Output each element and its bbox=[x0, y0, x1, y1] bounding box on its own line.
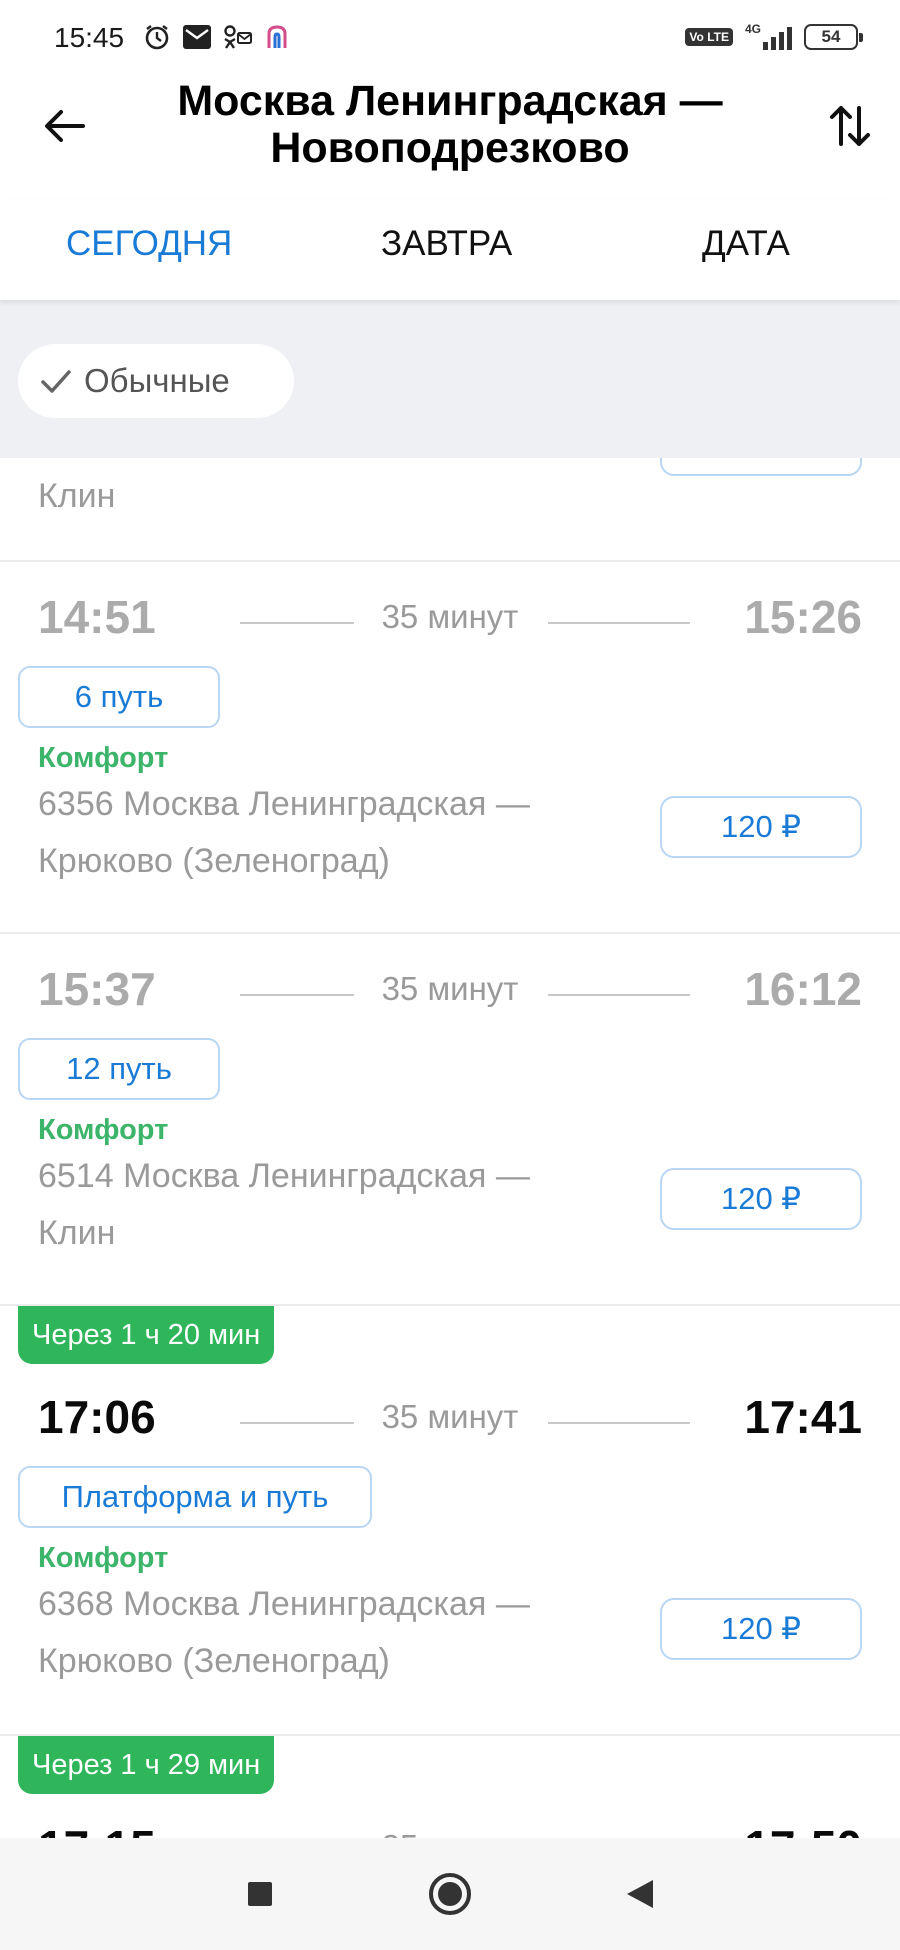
train-route: Клин bbox=[38, 477, 116, 515]
price-button[interactable]: 120 ₽ bbox=[660, 1168, 862, 1230]
recents-button[interactable] bbox=[230, 1864, 290, 1924]
arrival-time: 15:26 bbox=[744, 591, 862, 643]
time-until-badge: Через 1 ч 20 мин bbox=[18, 1306, 275, 1364]
duration-line bbox=[548, 994, 690, 996]
tab-tomorrow[interactable]: ЗАВТРА bbox=[381, 224, 512, 264]
track-button[interactable]: 12 путь bbox=[18, 1038, 220, 1100]
departure-time: 14:51 bbox=[38, 591, 156, 643]
status-time: 15:45 bbox=[54, 22, 125, 53]
title-line-1: Москва Ленинградская — bbox=[177, 77, 723, 125]
route-line-2: Клин bbox=[38, 1214, 116, 1252]
track-button[interactable]: 6 путь bbox=[18, 666, 220, 728]
system-back-button[interactable] bbox=[610, 1864, 670, 1924]
duration-line bbox=[240, 1422, 354, 1424]
title-line-2: Новоподрезково bbox=[270, 124, 630, 172]
triangle-back-icon bbox=[627, 1880, 653, 1908]
arrival-time: 17:50 bbox=[744, 1820, 862, 1838]
price-button[interactable]: 120 ₽ bbox=[660, 1598, 862, 1660]
duration-line bbox=[240, 994, 354, 996]
train-class: Комфорт bbox=[38, 1542, 169, 1574]
platform-track-button[interactable]: Платформа и путь bbox=[18, 1466, 372, 1528]
route-line-2: Крюково (Зеленоград) bbox=[38, 842, 390, 880]
train-card[interactable]: 15:37 35 минут 16:12 12 путь Комфорт 651… bbox=[0, 934, 900, 1306]
price-button[interactable]: 120 ₽ bbox=[660, 796, 862, 858]
filter-chip-regular[interactable]: Обычные bbox=[18, 344, 294, 418]
notification-icons bbox=[142, 22, 292, 52]
train-card-partial[interactable]: 120 ₽ Клин bbox=[0, 458, 900, 562]
swap-direction-button[interactable] bbox=[820, 98, 880, 154]
departure-time: 17:15 bbox=[38, 1820, 156, 1838]
duration: 35 минут bbox=[381, 598, 519, 635]
tab-date[interactable]: ДАТА bbox=[702, 224, 790, 264]
route-line-1: 6356 Москва Ленинградская — bbox=[38, 785, 530, 823]
home-button[interactable] bbox=[420, 1864, 480, 1924]
price-button[interactable]: 120 ₽ bbox=[660, 458, 862, 476]
ok-messenger-icon bbox=[222, 22, 252, 52]
page-title: Москва Ленинградская — Новоподрезково bbox=[130, 78, 770, 172]
duration: 35 минут bbox=[381, 970, 519, 1007]
alarm-icon bbox=[142, 22, 172, 52]
system-nav-bar bbox=[0, 1838, 900, 1950]
check-icon bbox=[41, 370, 71, 393]
swap-vertical-icon bbox=[830, 106, 870, 146]
route-line-2: Крюково (Зеленоград) bbox=[38, 1642, 390, 1680]
train-route: 6368 Москва Ленинградская — Крюково (Зел… bbox=[38, 1576, 618, 1690]
signal-icon bbox=[763, 24, 792, 50]
route-line-1: 6514 Москва Ленинградская — bbox=[38, 1157, 530, 1195]
circle-icon bbox=[429, 1873, 471, 1915]
arrival-time: 17:41 bbox=[744, 1391, 862, 1443]
duration-line bbox=[548, 622, 690, 624]
arrow-left-icon bbox=[45, 110, 85, 142]
back-button[interactable] bbox=[36, 98, 92, 154]
train-card[interactable]: Через 1 ч 20 мин 17:06 35 минут 17:41 Пл… bbox=[0, 1306, 900, 1736]
train-card[interactable]: Через 1 ч 29 мин 17:15 35 минут 17:50 bbox=[0, 1736, 900, 1838]
departure-time: 15:37 bbox=[38, 963, 156, 1015]
train-route: 6514 Москва Ленинградская — Клин bbox=[38, 1148, 618, 1262]
train-card[interactable]: 14:51 35 минут 15:26 6 путь Комфорт 6356… bbox=[0, 562, 900, 934]
app-bar: Москва Ленинградская — Новоподрезково bbox=[0, 78, 900, 188]
duration: 35 минут bbox=[360, 1828, 540, 1838]
time-until-badge: Через 1 ч 29 мин bbox=[18, 1736, 275, 1794]
train-list[interactable]: 120 ₽ Клин 14:51 35 минут 15:26 6 путь К… bbox=[0, 458, 900, 1838]
duration-line bbox=[548, 1422, 690, 1424]
square-icon bbox=[248, 1882, 272, 1906]
duration: 35 минут bbox=[381, 1398, 519, 1435]
train-route: 6356 Москва Ленинградская — Крюково (Зел… bbox=[38, 776, 618, 890]
battery-icon: 54 bbox=[804, 24, 863, 50]
volte-icon: Vo LTE bbox=[685, 28, 733, 46]
status-bar: 15:45 Vo LTE 4G 54 bbox=[0, 0, 900, 78]
network-type: 4G bbox=[744, 22, 761, 36]
departure-time: 17:06 bbox=[38, 1391, 156, 1443]
duration-line bbox=[240, 622, 354, 624]
train-class: Комфорт bbox=[38, 742, 169, 774]
filter-chip-label: Обычные bbox=[84, 362, 230, 399]
route-line-1: 6368 Москва Ленинградская — bbox=[38, 1585, 530, 1623]
arrival-time: 16:12 bbox=[744, 963, 862, 1015]
mail-icon bbox=[182, 22, 212, 52]
train-class: Комфорт bbox=[38, 1114, 169, 1146]
date-tabs: СЕГОДНЯ ЗАВТРА ДАТА bbox=[0, 200, 900, 300]
tab-today[interactable]: СЕГОДНЯ bbox=[66, 224, 232, 264]
app-icon bbox=[262, 22, 292, 52]
filter-bar: Обычные bbox=[0, 300, 900, 458]
